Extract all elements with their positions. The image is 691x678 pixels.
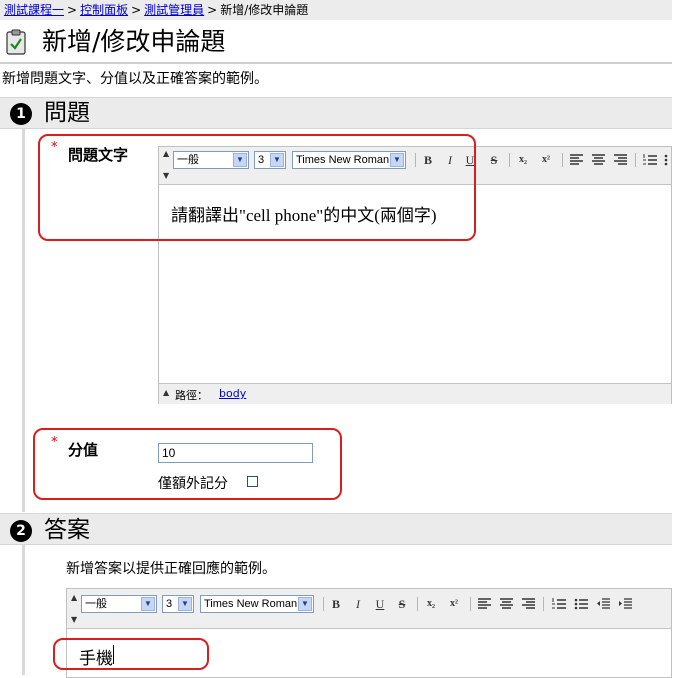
superscript-button[interactable]: x² xyxy=(539,152,553,168)
toolbar-divider xyxy=(635,153,636,167)
question-highlight-box xyxy=(38,134,476,241)
breadcrumb-link-course[interactable]: 測試課程一 xyxy=(4,3,64,17)
answer-description: 新增答案以提供正確回應的範例。 xyxy=(66,561,276,577)
numbered-list-icon[interactable] xyxy=(643,154,657,166)
chevron-down-icon: ▼ xyxy=(178,597,192,611)
align-right-icon[interactable] xyxy=(614,154,627,166)
font-select[interactable]: Times New Roman ▼ xyxy=(200,595,314,613)
toolbar-divider xyxy=(562,153,563,167)
outdent-icon[interactable] xyxy=(596,598,610,610)
breadcrumb-separator: > xyxy=(131,3,142,17)
chevron-down-icon: ▼ xyxy=(298,597,312,611)
toolbar-divider xyxy=(323,597,324,611)
underline-button[interactable]: U xyxy=(373,596,387,612)
bullet-list-icon[interactable] xyxy=(664,154,670,166)
bold-button[interactable]: B xyxy=(329,596,343,612)
clipboard-icon xyxy=(6,29,26,55)
section-indent-line xyxy=(22,129,25,512)
page-description: 新增問題文字、分值以及正確答案的範例。 xyxy=(2,71,268,87)
align-center-icon[interactable] xyxy=(500,598,513,610)
superscript-button[interactable]: x² xyxy=(447,596,461,612)
toolbar-divider xyxy=(417,597,418,611)
strikethrough-button[interactable]: S xyxy=(487,152,501,168)
points-highlight-box xyxy=(33,428,342,500)
format-select[interactable]: 一般 ▼ xyxy=(81,595,157,613)
bullet-list-icon[interactable] xyxy=(574,598,588,610)
indent-icon[interactable] xyxy=(618,598,632,610)
align-center-icon[interactable] xyxy=(592,154,605,166)
page-title: 新增/修改申論題 xyxy=(42,27,226,56)
align-right-icon[interactable] xyxy=(522,598,535,610)
breadcrumb: 測試課程一 > 控制面板 > 測試管理員 > 新增/修改申論題 xyxy=(0,0,672,20)
section-header-question xyxy=(0,97,672,129)
section-title-question: 問題 xyxy=(44,100,90,126)
toolbar-expand-icon[interactable]: ▼ xyxy=(71,615,77,624)
editor-path-bar: ▲ 路徑： body xyxy=(159,383,671,404)
toolbar-collapse-icon[interactable]: ▲ xyxy=(71,593,77,602)
subscript-button[interactable]: x₂ xyxy=(424,596,438,612)
breadcrumb-link-test-manager[interactable]: 測試管理員 xyxy=(144,3,204,17)
numbered-list-icon[interactable] xyxy=(552,598,566,610)
toolbar-divider xyxy=(509,153,510,167)
breadcrumb-separator: > xyxy=(67,3,78,17)
align-left-icon[interactable] xyxy=(478,598,491,610)
chevron-down-icon: ▼ xyxy=(141,597,155,611)
strikethrough-button[interactable]: S xyxy=(395,596,409,612)
path-label: 路徑： xyxy=(175,389,208,402)
align-left-icon[interactable] xyxy=(570,154,583,166)
breadcrumb-current: 新增/修改申論題 xyxy=(220,3,309,17)
path-collapse-icon[interactable]: ▲ xyxy=(163,388,169,397)
answer-highlight-box xyxy=(53,638,209,670)
section-header-answer xyxy=(0,513,672,545)
breadcrumb-link-control-panel[interactable]: 控制面板 xyxy=(80,3,128,17)
toolbar-divider xyxy=(470,597,471,611)
breadcrumb-separator: > xyxy=(207,3,218,17)
path-body-link[interactable]: body xyxy=(219,387,246,400)
section-indent-line xyxy=(22,545,25,675)
subscript-button[interactable]: x₂ xyxy=(516,152,530,168)
section-number-icon: 2 xyxy=(10,520,32,542)
size-select[interactable]: 3 ▼ xyxy=(162,595,194,613)
section-title-answer: 答案 xyxy=(44,517,90,543)
title-divider xyxy=(0,62,672,64)
italic-button[interactable]: I xyxy=(351,596,365,612)
section-number-icon: 1 xyxy=(10,103,32,125)
toolbar-divider xyxy=(543,597,544,611)
answer-editor-toolbar: ▲ ▼ 一般 ▼ 3 ▼ Times New Roman ▼ B I U S x₂ x… xyxy=(67,589,671,629)
